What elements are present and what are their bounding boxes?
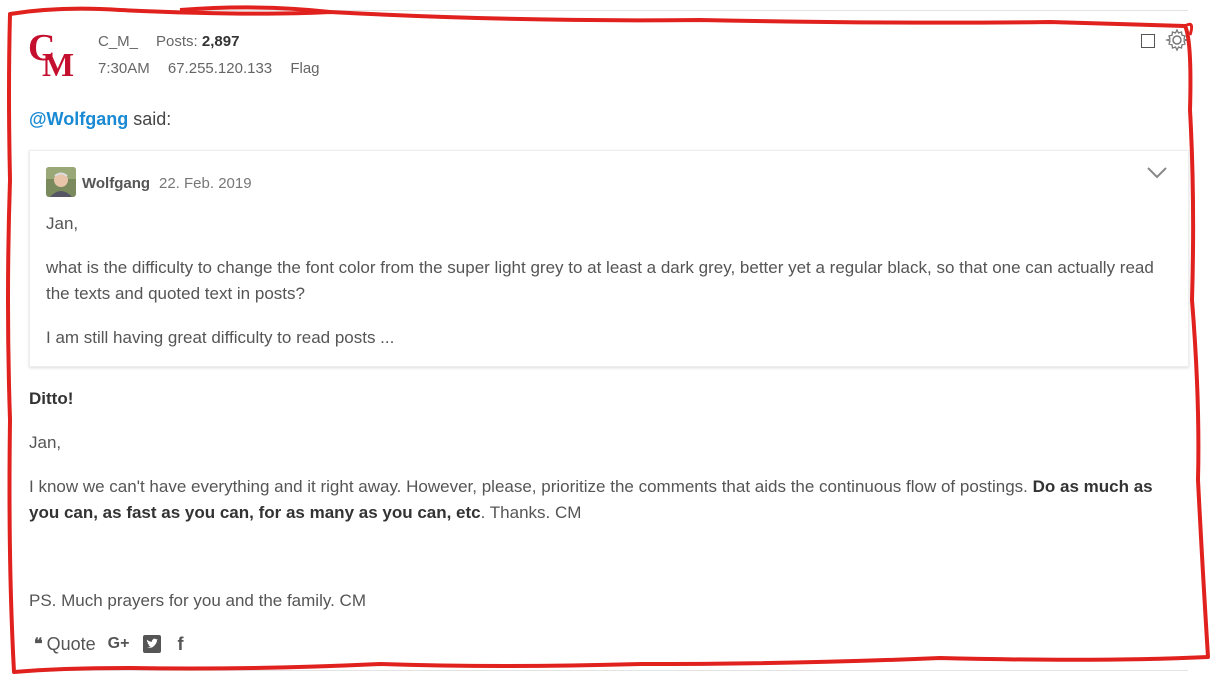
- gear-icon[interactable]: [1164, 28, 1190, 52]
- quote-icon[interactable]: ❝: [34, 634, 42, 654]
- post-meta: 7:30AM 67.255.120.133 Flag: [98, 60, 334, 77]
- quote-date: 22. Feb. 2019: [159, 175, 252, 192]
- bottom-divider: [28, 670, 1188, 671]
- quote-button[interactable]: Quote: [47, 634, 96, 655]
- reply-header: @Wolfgang said:: [29, 109, 171, 130]
- flag-link[interactable]: Flag: [290, 60, 319, 77]
- twitter-icon[interactable]: [143, 635, 162, 653]
- username[interactable]: C_M_: [98, 33, 138, 50]
- quote-paragraph: what is the difficulty to change the fon…: [46, 258, 1154, 303]
- post-time[interactable]: 7:30AM: [98, 60, 150, 77]
- chevron-down-icon[interactable]: [1146, 165, 1168, 181]
- post-greeting: Jan,: [29, 433, 62, 452]
- main-tail-text: . Thanks. CM: [480, 503, 582, 522]
- mention-link[interactable]: @Wolfgang: [29, 109, 128, 129]
- post-main-paragraph: I know we can't have everything and it r…: [29, 474, 1179, 526]
- ditto-text: Ditto!: [29, 389, 74, 408]
- post-ip: 67.255.120.133: [167, 60, 273, 77]
- post-ps: PS. Much prayers for you and the family.…: [29, 591, 366, 610]
- posts-label: Posts:: [156, 33, 198, 50]
- posts-count: 2,897: [201, 33, 240, 50]
- select-checkbox[interactable]: [1141, 34, 1155, 48]
- svg-text:M: M: [42, 47, 74, 78]
- user-avatar[interactable]: C M: [28, 28, 80, 78]
- top-divider: [28, 10, 1188, 11]
- quote-author-avatar[interactable]: [46, 167, 76, 197]
- quote-author[interactable]: Wolfgang: [82, 175, 150, 192]
- said-text: said:: [128, 109, 172, 129]
- post-ditto: Ditto!: [29, 386, 1179, 412]
- main-text: I know we can't have everything and it r…: [29, 477, 1033, 496]
- facebook-icon[interactable]: f: [177, 634, 183, 655]
- google-plus-icon[interactable]: G+: [108, 635, 130, 653]
- quote-paragraph: I am still having great difficulty to re…: [46, 328, 395, 347]
- quote-block: Wolfgang 22. Feb. 2019 Jan, what is the …: [29, 150, 1189, 367]
- post-actions: ❝ Quote G+ f: [34, 632, 183, 656]
- quote-paragraph: Jan,: [46, 214, 79, 233]
- user-meta: C_M_ Posts: 2,897: [98, 33, 239, 50]
